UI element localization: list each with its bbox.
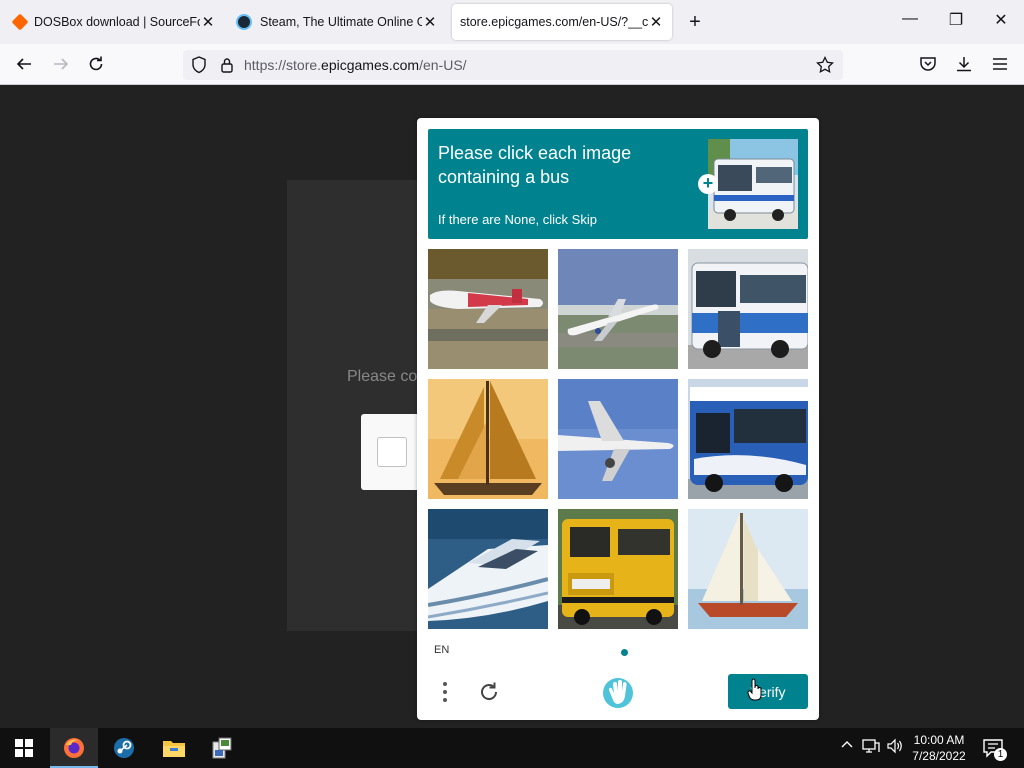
tracking-shield-icon[interactable] [191,56,207,74]
tile-school-bus-yellow[interactable] [558,509,678,629]
yacht-picture [428,509,548,629]
tile-motor-yacht[interactable] [428,509,548,629]
tab-sourceforge[interactable]: DOSBox download | SourceForg ✕ [4,4,224,40]
prompt-title: Please click each image containing a bus [438,143,632,187]
url-bar[interactable]: https://store.epicgames.com/en-US/ [183,50,843,80]
school-bus-picture [558,509,678,629]
hamburger-menu-icon [993,58,1007,70]
taskbar-app-installer[interactable] [198,728,246,768]
forward-arrow-icon [54,58,69,70]
bus-picture [688,379,808,499]
taskbar-file-explorer[interactable] [150,728,198,768]
pocket-icon [920,57,936,71]
taskbar: 10:00 AM 7/28/2022 1 [0,728,1024,768]
minimize-button[interactable]: — [897,10,923,34]
chevron-up-icon [841,741,853,748]
url-path: /en-US/ [419,57,467,73]
airplane-picture [428,249,548,369]
app-installer-icon [212,737,232,759]
airplane-picture [558,379,678,499]
verify-button[interactable]: Verify [728,674,808,709]
bus-picture [708,139,798,229]
url-text[interactable]: https://store.epicgames.com/en-US/ [244,57,467,73]
hand-cursor-icon [747,678,762,701]
menu-dot [443,698,447,702]
tile-bus-blue-white[interactable] [688,249,808,369]
bus-picture [688,249,808,369]
tile-sailboat-white[interactable] [688,509,808,629]
windows-start-icon [15,739,33,757]
back-arrow-icon [16,58,31,70]
language-selector[interactable]: EN [434,644,449,656]
close-tab-icon[interactable]: ✕ [200,14,216,31]
tile-bus-blue-city[interactable] [688,379,808,499]
tab-steam[interactable]: Steam, The Ultimate Online Gam ✕ [228,4,446,40]
more-options-icon[interactable] [437,680,453,704]
download-icon [957,57,971,72]
new-tab-button[interactable]: + [684,12,706,34]
challenge-instruction-text: Please co [347,368,418,385]
tile-airplane-red[interactable] [428,249,548,369]
windows-start-button[interactable] [0,728,48,768]
url-host: epicgames.com [321,57,420,73]
tab-epicgames[interactable]: store.epicgames.com/en-US/?__cf_ ✕ [452,4,672,40]
refresh-icon [481,682,497,700]
menu-dot [443,690,447,694]
reload-button[interactable] [84,52,108,76]
steam-icon [114,738,134,758]
forward-button[interactable] [49,52,73,76]
captcha-challenge-dialog: Please click each image containing a bus… [417,118,819,720]
sailboat-picture [688,509,808,629]
taskbar-steam[interactable] [100,728,148,768]
close-tab-icon[interactable]: ✕ [648,14,664,31]
clock-time: 10:00 AM [913,733,965,747]
show-hidden-icons-button[interactable] [838,738,856,758]
network-button[interactable] [862,738,880,758]
accessibility-button[interactable] [601,676,635,710]
app-menu-button[interactable] [988,52,1012,76]
challenge-prompt: Please click each image containing a bus… [428,129,808,239]
tile-airplane-takeoff[interactable] [558,249,678,369]
sailboat-picture [428,379,548,499]
url-prefix: https://store. [244,57,322,73]
prompt-subtitle: If there are None, click Skip [438,212,597,227]
steam-icon [236,14,252,30]
speaker-icon [887,738,902,754]
captcha-checkbox[interactable] [377,437,407,467]
airplane-picture [558,249,678,369]
close-window-button[interactable]: ✕ [988,10,1014,34]
network-icon [862,739,880,753]
clock-date: 7/28/2022 [912,749,966,763]
firefox-icon [64,738,84,758]
downloads-button[interactable] [952,52,976,76]
maximize-button[interactable]: ❐ [943,10,969,34]
menu-dot [443,682,447,686]
refresh-challenge-button[interactable] [477,680,501,704]
bookmark-star-icon[interactable] [816,56,834,74]
tab-title: store.epicgames.com/en-US/?__cf_ [460,15,648,29]
tile-sailboat-orange[interactable] [428,379,548,499]
reload-icon [89,56,103,71]
lock-icon[interactable] [220,57,234,73]
tile-airplane-flying[interactable] [558,379,678,499]
tab-title: Steam, The Ultimate Online Gam [260,15,422,29]
hand-icon [603,678,633,708]
back-button[interactable] [12,52,36,76]
tab-strip: DOSBox download | SourceForg ✕ Steam, Th… [0,0,1024,44]
close-tab-icon[interactable]: ✕ [422,14,438,31]
file-explorer-icon [163,741,185,757]
sourceforge-icon [11,13,29,31]
notification-count-badge: 1 [994,748,1007,761]
volume-button[interactable] [886,738,904,758]
expand-example-icon[interactable]: + [698,174,718,194]
navigation-bar: https://store.epicgames.com/en-US/ [0,44,1024,85]
example-bus-image[interactable] [708,139,798,229]
tab-title: DOSBox download | SourceForg [34,15,200,29]
taskbar-firefox[interactable] [50,728,98,768]
page-indicator-dot [621,649,628,656]
pocket-button[interactable] [916,52,940,76]
taskbar-clock[interactable]: 10:00 AM 7/28/2022 [906,732,972,764]
